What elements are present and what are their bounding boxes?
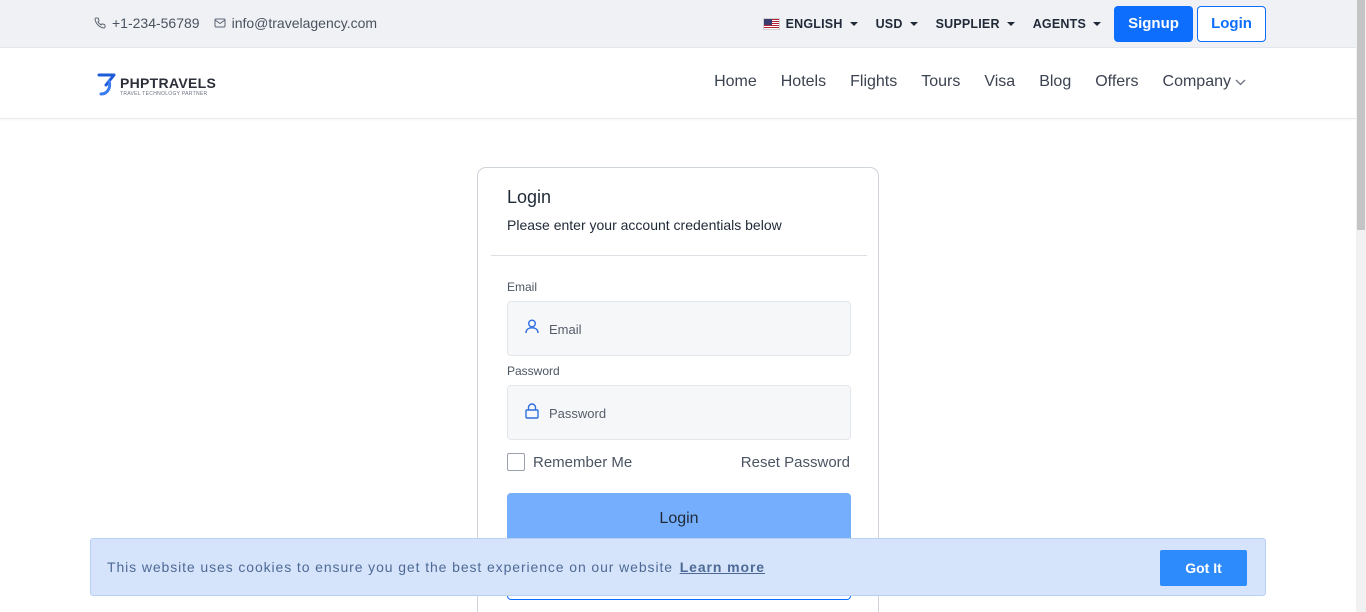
cookie-message: This website uses cookies to ensure you …: [107, 559, 765, 575]
page-scrollbar[interactable]: [1356, 0, 1366, 612]
learn-more-link[interactable]: Learn more: [680, 559, 765, 575]
brand-name: PHPTRAVELS: [120, 75, 217, 91]
main-navbar: PHPTRAVELS TRAVEL TECHNOLOGY PARTNER Hom…: [0, 49, 1356, 119]
nav-blog[interactable]: Blog: [1027, 73, 1083, 91]
remember-me-checkbox[interactable]: [507, 453, 525, 471]
language-dropdown[interactable]: ENGLISH: [754, 5, 867, 42]
supplier-dropdown[interactable]: SUPPLIER: [927, 5, 1024, 42]
nav-flights[interactable]: Flights: [838, 73, 909, 91]
signup-button[interactable]: Signup: [1114, 5, 1193, 42]
caret-down-icon: [1006, 21, 1015, 26]
cookie-message-text: This website uses cookies to ensure you …: [107, 559, 673, 575]
reset-password-link[interactable]: Reset Password: [741, 454, 850, 471]
nav-company-dropdown[interactable]: Company: [1151, 73, 1246, 91]
nav-home[interactable]: Home: [702, 73, 769, 91]
chevron-down-icon: [1235, 73, 1246, 91]
supplier-label: SUPPLIER: [935, 16, 1000, 31]
us-flag-icon: [762, 17, 780, 30]
nav-visa[interactable]: Visa: [972, 73, 1027, 91]
nav-offers[interactable]: Offers: [1083, 73, 1150, 91]
nav-company-label: Company: [1162, 73, 1231, 90]
currency-dropdown[interactable]: USD: [867, 5, 927, 42]
remember-me-label: Remember Me: [533, 453, 633, 471]
top-bar: +1-234-56789 info@travelagency.com ENGLI…: [0, 0, 1356, 48]
agents-dropdown[interactable]: AGENTS: [1024, 5, 1110, 42]
contact-info: +1-234-56789 info@travelagency.com: [94, 15, 377, 31]
phone-number: +1-234-56789: [112, 15, 200, 31]
page: +1-234-56789 info@travelagency.com ENGLI…: [0, 0, 1366, 612]
phptravels-logo-icon: [96, 71, 118, 102]
mail-icon: [214, 18, 226, 28]
scrollbar-thumb[interactable]: [1357, 0, 1365, 230]
cookie-banner: This website uses cookies to ensure you …: [90, 538, 1266, 596]
lock-icon: [525, 403, 539, 424]
nav-tours[interactable]: Tours: [909, 73, 972, 91]
nav-links: Home Hotels Flights Tours Visa Blog Offe…: [702, 73, 1246, 91]
card-divider: [491, 255, 867, 256]
brand-logo[interactable]: PHPTRAVELS TRAVEL TECHNOLOGY PARTNER: [96, 71, 216, 102]
language-label: ENGLISH: [785, 16, 843, 31]
caret-down-icon: [1093, 21, 1101, 26]
password-placeholder: Password: [549, 406, 607, 421]
login-button-top[interactable]: Login: [1197, 5, 1266, 42]
login-subtitle: Please enter your account credentials be…: [507, 217, 782, 233]
agents-label: AGENTS: [1032, 16, 1086, 31]
user-icon: [525, 319, 539, 339]
cookie-accept-button[interactable]: Got It: [1160, 550, 1247, 586]
remember-me[interactable]: Remember Me: [507, 453, 632, 471]
password-field[interactable]: Password: [507, 385, 851, 440]
email-contact[interactable]: info@travelagency.com: [214, 15, 377, 31]
brand-text: PHPTRAVELS TRAVEL TECHNOLOGY PARTNER: [120, 76, 216, 97]
caret-down-icon: [849, 21, 858, 26]
email-label: Email: [507, 280, 538, 294]
nav-hotels[interactable]: Hotels: [769, 73, 838, 91]
caret-down-icon: [909, 21, 918, 26]
login-title: Login: [507, 187, 552, 207]
email-address: info@travelagency.com: [231, 15, 378, 31]
brand-tagline: TRAVEL TECHNOLOGY PARTNER: [120, 91, 208, 97]
password-label: Password: [507, 364, 560, 378]
top-actions: ENGLISH USD SUPPLIER AGENTS Signup Login: [754, 5, 1266, 42]
phone-contact[interactable]: +1-234-56789: [94, 15, 200, 31]
phone-icon: [94, 17, 106, 29]
email-placeholder: Email: [549, 322, 582, 337]
currency-label: USD: [875, 16, 903, 31]
email-field[interactable]: Email: [507, 301, 851, 356]
